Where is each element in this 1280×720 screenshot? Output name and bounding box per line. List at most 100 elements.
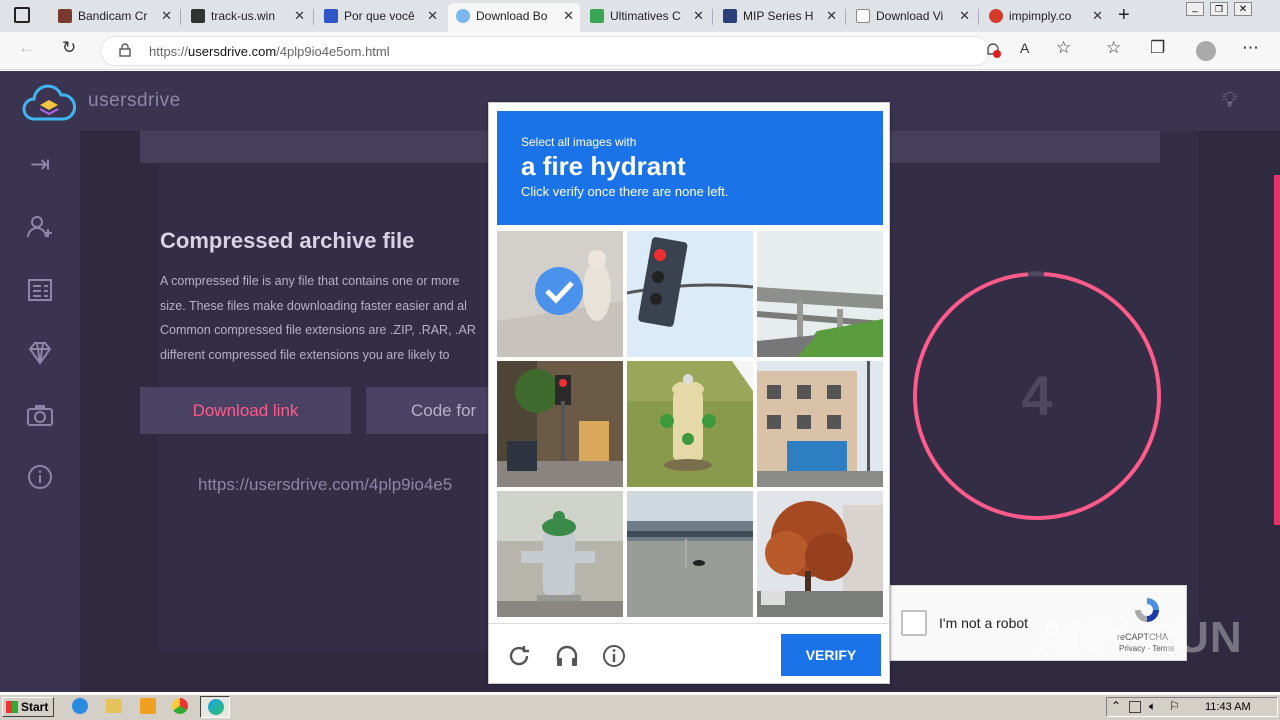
tab-label: Por que você [344,9,415,23]
site-brand[interactable]: usersdrive [88,90,181,112]
tab-favicon-icon [58,9,72,23]
tile-yellow-hydrant[interactable] [627,361,753,487]
tab-close-icon[interactable]: ✕ [294,3,305,29]
tab-favicon-icon [191,9,205,23]
recaptcha-checkbox[interactable] [901,610,927,636]
browser-tab[interactable]: impimply.co ✕ [981,3,1109,32]
captcha-info-icon[interactable] [602,644,626,668]
favorites-icon[interactable]: ☆ [1106,38,1121,58]
captcha-prompt-small: Select all images with [521,135,637,149]
verify-button[interactable]: VERIFY [781,634,881,676]
tile-traffic-light[interactable] [627,231,753,357]
tab-separator [180,9,181,25]
tile-highway[interactable] [627,491,753,617]
download-link-button[interactable]: Download link [140,387,351,434]
description-line: size. These files make downloading faste… [160,298,467,313]
description-line: Common compressed file extensions are .Z… [160,323,476,337]
camera-icon[interactable] [26,401,54,429]
diamond-icon[interactable] [26,339,54,367]
tab-close-icon[interactable]: ✕ [693,3,704,29]
media-player-icon[interactable] [140,698,156,714]
tab-close-icon[interactable]: ✕ [161,3,172,29]
info-icon[interactable] [26,463,54,491]
tab-label: MIP Series H [743,9,814,23]
tab-separator [978,9,979,25]
captcha-challenge: Select all images with a fire hydrant Cl… [488,102,890,684]
tab-close-icon[interactable]: ✕ [959,3,970,29]
tab-label: Download Bo [476,9,548,23]
back-icon[interactable]: ← [18,38,35,58]
site-logo-icon[interactable] [22,83,77,123]
add-favorite-icon[interactable]: ☆ [1056,38,1071,58]
sign-in-icon[interactable]: ⇥ [26,151,54,179]
recaptcha-label: I'm not a robot [939,615,1029,631]
captcha-footer: VERIFY [489,623,889,683]
more-menu-icon[interactable]: ⋯ [1242,38,1259,58]
taskbar: Start ⌃ 🔈︎ ⚐ 11:43 AM [0,694,1280,720]
verify-label: VERIFY [805,647,857,663]
countdown-number: 4 [1021,364,1053,427]
captcha-prompt-target: a fire hydrant [521,151,686,181]
tray-flag-icon[interactable]: ⚐ [1169,699,1180,713]
tab-favicon-icon [456,9,470,23]
sidebar: ⇥ [0,131,80,692]
tray-volume-icon[interactable]: 🔈︎ [1149,699,1156,714]
url-text: https://usersdrive.com/4plp9io4e5om.html [149,44,390,59]
browser-tab[interactable]: track-us.win ✕ [183,3,311,32]
new-tab-icon[interactable]: + [1118,4,1130,27]
close-window-icon[interactable]: ✕ [1234,2,1252,16]
tray-network-icon[interactable] [1129,701,1141,713]
tray-expand-icon[interactable]: ⌃ [1111,699,1121,713]
minimize-icon[interactable]: _ [1186,2,1204,16]
edge-icon[interactable] [200,696,230,718]
explorer-icon[interactable] [106,699,122,713]
tile-tree[interactable] [757,491,883,617]
profile-avatar[interactable] [1196,41,1216,61]
download-link-label: Download link [192,401,299,420]
tab-close-icon[interactable]: ✕ [427,3,438,29]
tile-street-traffic-light[interactable] [497,361,623,487]
tile-building[interactable] [757,361,883,487]
address-bar-row: ← ↻ https://usersdrive.com/4plp9io4e5om.… [0,32,1280,70]
file-type-title: Compressed archive file [160,228,415,253]
tab-close-icon[interactable]: ✕ [563,3,574,29]
tab-favicon-icon [324,9,338,23]
browser-tab-active[interactable]: Download Bo ✕ [448,3,580,32]
browser-tab[interactable]: Bandicam Cr ✕ [50,3,178,32]
tab-favicon-icon [723,9,737,23]
tab-label: impimply.co [1009,9,1072,23]
page-scrollbar[interactable] [1274,175,1280,525]
add-user-icon[interactable] [26,213,54,241]
tab-close-icon[interactable]: ✕ [1092,3,1103,29]
tile-green-hydrant[interactable] [497,491,623,617]
edge-logo-icon [208,699,224,715]
tab-actions-icon[interactable] [14,7,30,23]
browser-tabstrip: Bandicam Cr ✕ track-us.win ✕ Por que voc… [0,0,1280,32]
browser-tab[interactable]: Download Vi ✕ [848,3,976,32]
file-link-text[interactable]: https://usersdrive.com/4plp9io4e5 [198,475,488,495]
tile-overpass[interactable] [757,231,883,357]
code-for-button[interactable]: Code for [366,387,490,434]
lightbulb-icon[interactable]: 💡︎ [1222,87,1237,113]
start-label: Start [21,700,49,714]
audio-challenge-icon[interactable] [555,644,579,668]
refresh-challenge-icon[interactable] [507,644,531,668]
clock[interactable]: 11:43 AM [1205,701,1251,713]
url-input[interactable]: https://usersdrive.com/4plp9io4e5om.html [100,36,990,66]
collections-icon[interactable]: ❐ [1150,38,1165,58]
browser-tab[interactable]: Ultimatives C ✕ [582,3,710,32]
refresh-icon[interactable]: ↻ [62,38,76,58]
notification-blocked-icon[interactable] [984,41,1001,58]
tab-separator [313,9,314,25]
start-button[interactable]: Start [2,697,54,717]
chrome-icon[interactable] [172,698,188,714]
ie-icon[interactable] [72,698,88,714]
restore-icon[interactable]: ❐ [1210,2,1228,16]
read-aloud-icon[interactable]: A [1020,40,1029,56]
browser-tab[interactable]: Por que você ✕ [316,3,444,32]
invoice-icon[interactable] [26,276,54,304]
tab-close-icon[interactable]: ✕ [826,3,837,29]
browser-tab[interactable]: MIP Series H ✕ [715,3,843,32]
tile-statue[interactable] [497,231,623,357]
lock-icon[interactable] [119,43,131,57]
